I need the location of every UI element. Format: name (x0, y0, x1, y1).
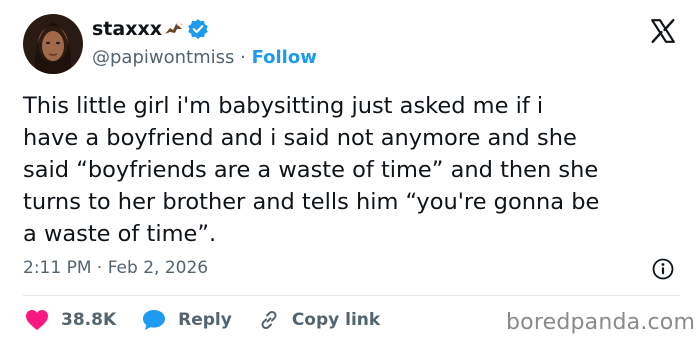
eagle-emoji-icon (164, 20, 184, 38)
handle-row: @papiwontmiss · Follow (92, 47, 317, 68)
author-name-row: staxxx (92, 18, 209, 40)
action-bar: 38.8K Reply Copy link (25, 309, 406, 331)
verified-badge-icon (187, 18, 209, 40)
reply-bubble-icon (143, 310, 166, 330)
avatar[interactable] (23, 14, 83, 74)
like-count: 38.8K (61, 310, 117, 330)
info-icon[interactable] (652, 258, 674, 284)
tweet-text: This little girl i'm babysitting just as… (23, 93, 600, 247)
display-name[interactable]: staxxx (92, 18, 162, 40)
reply-button[interactable]: Reply (142, 309, 232, 331)
like-button[interactable]: 38.8K (25, 309, 116, 331)
watermark: boredpanda.com (506, 310, 696, 335)
divider (23, 295, 680, 296)
follow-button[interactable]: Follow (252, 47, 317, 68)
user-handle[interactable]: @papiwontmiss (92, 47, 234, 68)
link-icon (261, 310, 277, 330)
heart-icon (26, 310, 48, 330)
x-logo-icon[interactable] (650, 18, 676, 48)
separator-dot: · (240, 47, 246, 68)
copy-link-label: Copy link (291, 310, 381, 330)
timestamp[interactable]: 2:11 PM · Feb 2, 2026 (23, 258, 208, 278)
copy-link-button[interactable]: Copy link (258, 309, 380, 331)
reply-label: Reply (178, 310, 232, 330)
